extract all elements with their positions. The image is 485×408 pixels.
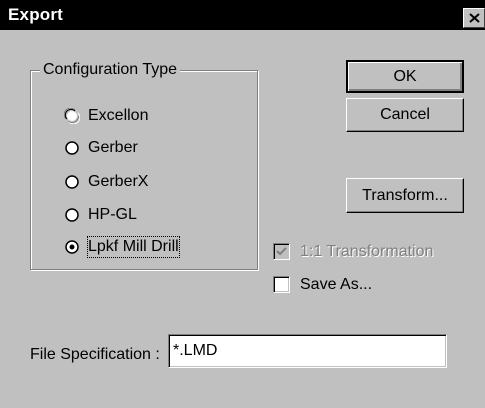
file-specification-value: *.LMD xyxy=(173,342,218,359)
ok-button[interactable]: OK xyxy=(346,60,464,93)
radio-button-icon[interactable] xyxy=(64,207,80,223)
radio-label-lpkf-mill-drill: Lpkf Mill Drill xyxy=(87,236,180,258)
export-dialog: Export Configuration Type Excellon Gerbe… xyxy=(0,0,485,408)
title-bar[interactable]: Export xyxy=(0,0,485,30)
radio-label-gerber: Gerber xyxy=(88,139,138,156)
file-specification-input[interactable]: *.LMD xyxy=(168,334,447,368)
radio-button-selected-icon[interactable] xyxy=(64,239,80,255)
transformation-checkbox xyxy=(273,243,290,260)
close-icon xyxy=(469,13,480,23)
close-button[interactable] xyxy=(463,8,485,28)
ok-button-label: OK xyxy=(393,68,417,85)
radio-label-gerberx: GerberX xyxy=(88,173,149,190)
radio-button-icon[interactable] xyxy=(64,174,80,190)
checkmark-icon xyxy=(276,247,287,256)
transform-button-label: Transform... xyxy=(362,187,448,204)
radio-button-icon[interactable] xyxy=(64,140,80,156)
radio-button-icon[interactable] xyxy=(64,108,80,124)
transformation-label: 1:1 Transformation xyxy=(300,243,434,260)
save-as-checkbox[interactable] xyxy=(273,276,290,293)
save-as-label: Save As... xyxy=(300,276,373,293)
file-specification-label: File Specification : xyxy=(30,346,160,363)
radio-label-hpgl: HP-GL xyxy=(88,206,137,223)
transform-button[interactable]: Transform... xyxy=(346,178,464,213)
cancel-button-label: Cancel xyxy=(380,106,430,123)
cancel-button[interactable]: Cancel xyxy=(346,98,464,132)
dialog-title: Export xyxy=(8,5,64,24)
configuration-type-legend: Configuration Type xyxy=(40,61,181,79)
radio-label-excellon: Excellon xyxy=(88,107,149,124)
